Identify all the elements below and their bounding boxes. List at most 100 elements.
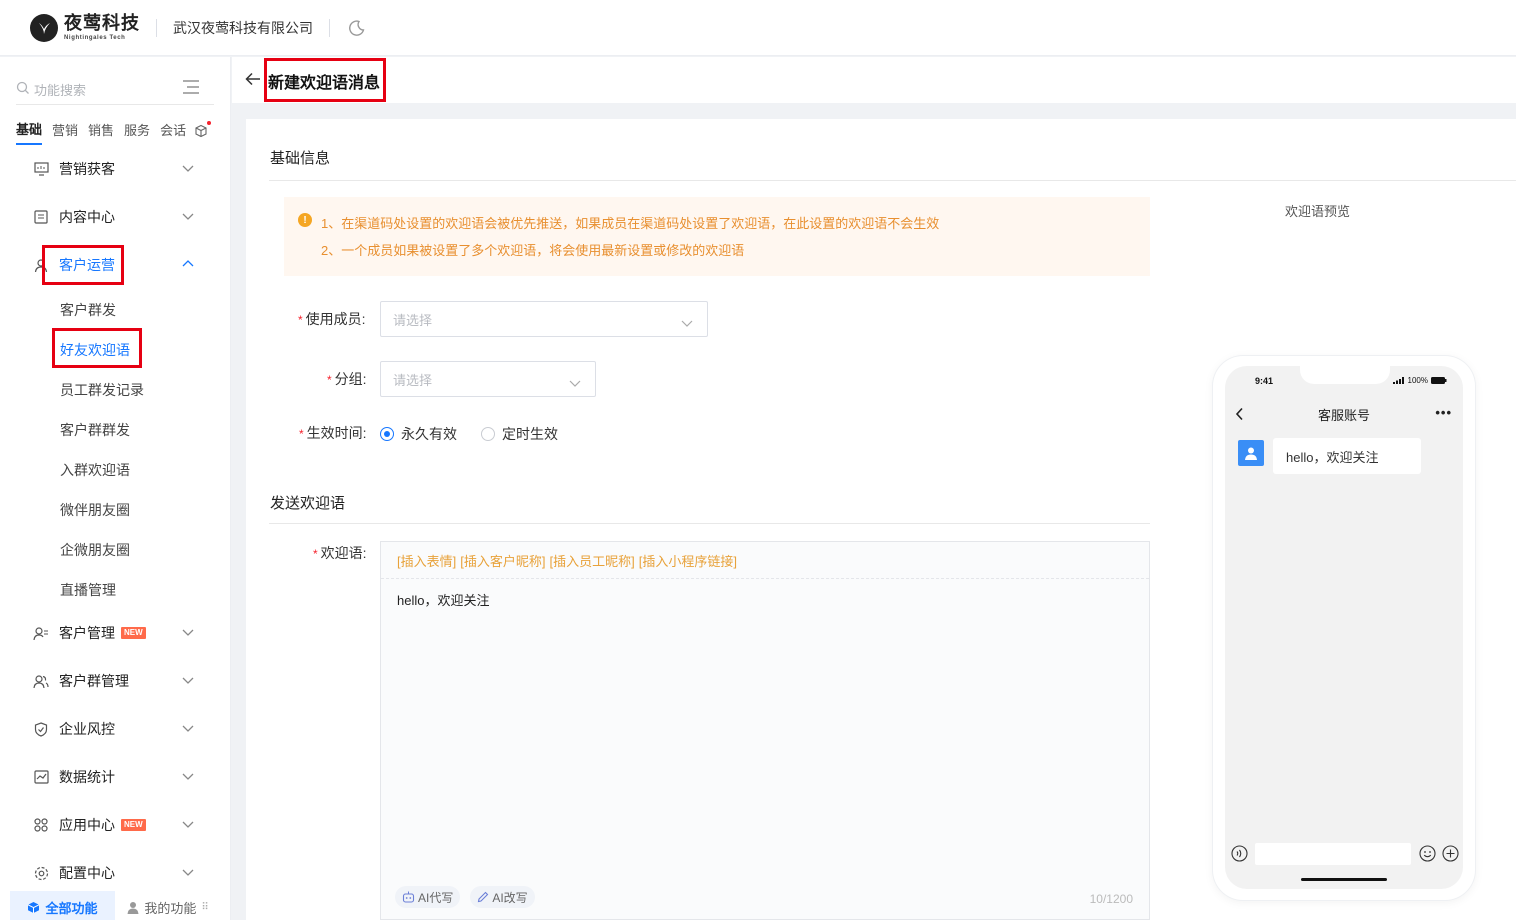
section-title-send: 发送欢迎语 [270,495,346,512]
welcome-label: * 欢迎语: [313,545,367,561]
welcome-editor[interactable]: [插入表情] [插入客户昵称] [插入员工昵称] [插入小程序链接] hello… [380,541,1150,920]
ai-write-button[interactable]: AI代写 [395,886,461,908]
divider [269,523,1150,524]
robot-icon [402,891,415,903]
radio-label: 定时生效 [502,426,558,442]
monitor-icon [33,161,49,177]
phone-preview: 9:41 100% 客服账号 ••• hello，欢迎关注 [1213,356,1475,900]
warning-icon: ! [298,213,312,227]
signal-icon [1392,377,1404,384]
sub-item-wecom-moments[interactable]: 企微朋友圈 [60,540,130,560]
chevron-down-icon [569,375,581,391]
category-tab-session[interactable]: 会话 [160,120,186,144]
status-bar: 9:41 100% [1225,366,1463,396]
status-indicators: 100% [1392,376,1447,385]
box-icon[interactable] [194,120,212,141]
editor-text[interactable]: hello，欢迎关注 [397,590,489,609]
nav-label: 客户管理 [59,625,115,641]
sidebar: 功能搜索 基础 营销 销售 服务 会话 营销获客 内容中心 客户运营 客户群发 … [0,57,231,920]
radio-button-checked[interactable] [380,427,394,441]
emoji-icon[interactable] [1419,845,1436,865]
nav-label: 内容中心 [59,209,115,225]
message-bubble: hello，欢迎关注 [1273,438,1421,474]
group-label: * 分组: [327,371,367,387]
tab-all-functions[interactable]: 全部功能 [10,891,115,920]
chevron-down-icon [181,209,195,226]
chevron-down-icon [181,625,195,642]
company-name[interactable]: 武汉夜莺科技有限公司 [173,18,313,38]
tab-label: 全部功能 [45,900,98,916]
logo-text-cn: 夜莺科技 [64,13,140,33]
notice-line-2: 2、一个成员如果被设置了多个欢迎语，将会使用最新设置或修改的欢迎语 [321,243,745,258]
nav-group-mgmt[interactable]: 客户群管理 [33,669,203,693]
search-icon [16,81,30,98]
page-header: 新建欢迎语消息 [232,57,1516,103]
menu-toggle-icon[interactable] [182,79,200,98]
avatar [1238,440,1264,466]
insert-emoji-link[interactable]: [插入表情] [397,551,456,570]
preview-label: 欢迎语预览 [1285,204,1351,219]
insert-staff-nickname-link[interactable]: [插入员工昵称] [549,551,634,570]
new-badge: NEW [121,627,146,639]
sub-item-customer-broadcast[interactable]: 客户群发 [60,300,116,320]
nav-label: 企业风控 [59,721,115,737]
dark-mode-icon[interactable] [348,19,366,37]
notice-line-1: 1、在渠道码处设置的欢迎语会被优先推送，如果成员在渠道码处设置了欢迎语，在此设置… [321,216,940,231]
ai-actions: AI代写 AI改写 [395,886,545,908]
group-select[interactable]: 请选择 [380,361,596,397]
select-placeholder: 请选择 [393,372,433,388]
sub-item-live-management[interactable]: 直播管理 [60,580,116,600]
nav-risk[interactable]: 企业风控 [33,717,203,741]
radio-button[interactable] [481,427,495,441]
more-icon[interactable]: ••• [1435,405,1452,420]
category-tab-marketing[interactable]: 营销 [52,120,78,144]
user-list-icon [33,625,49,641]
sub-item-group-welcome[interactable]: 入群欢迎语 [60,460,130,480]
nav-content[interactable]: 内容中心 [33,205,203,229]
plus-icon[interactable] [1442,845,1459,865]
nav-config[interactable]: 配置中心 [33,861,203,885]
nav-apps[interactable]: 应用中心 NEW [33,813,203,837]
chevron-down-icon [181,673,195,690]
member-select[interactable]: 请选择 [380,301,708,337]
sub-item-group-broadcast[interactable]: 客户群群发 [60,420,130,440]
chat-title: 客服账号 [1317,408,1370,423]
chart-icon [33,769,49,785]
nav-customer-mgmt[interactable]: 客户管理 NEW [33,621,203,645]
sub-item-staff-broadcast-log[interactable]: 员工群发记录 [60,380,144,400]
sidebar-bottom-tabs: 全部功能 我的功能 ⠿ [10,891,220,920]
search-placeholder: 功能搜索 [34,83,87,98]
nav-marketing[interactable]: 营销获客 [33,157,203,181]
document-icon [33,209,49,225]
insert-customer-nickname-link[interactable]: [插入客户昵称] [460,551,545,570]
radio-scheduled[interactable]: 定时生效 [481,424,558,444]
category-tabs: 基础 营销 销售 服务 会话 [16,119,212,145]
brand-logo[interactable]: 夜莺科技 Nightingales Tech [30,13,140,42]
home-indicator [1301,878,1387,881]
drag-handle-icon[interactable]: ⠿ [201,902,208,913]
category-tab-service[interactable]: 服务 [124,120,150,144]
highlight-box-friend-welcome [52,328,142,368]
nav-label: 数据统计 [59,769,115,785]
voice-icon[interactable] [1231,845,1248,865]
category-tab-basic[interactable]: 基础 [16,119,43,145]
tab-label: 我的功能 [144,900,197,916]
status-time: 9:41 [1255,376,1274,386]
message-text: hello，欢迎关注 [1286,449,1379,465]
radio-permanent[interactable]: 永久有效 [380,424,457,444]
cube-icon [28,901,40,913]
function-search[interactable]: 功能搜索 [16,75,214,105]
nav-stats[interactable]: 数据统计 [33,765,203,789]
chat-input-field[interactable] [1255,843,1411,865]
category-tab-sales[interactable]: 销售 [88,120,114,144]
chevron-down-icon [181,769,195,786]
insert-miniprogram-link[interactable]: [插入小程序链接] [639,551,737,570]
person-icon [1245,447,1257,460]
tab-my-functions[interactable]: 我的功能 ⠿ [115,891,220,920]
back-arrow-icon[interactable] [245,72,261,89]
logo-text-en: Nightingales Tech [64,35,126,41]
chat-input-bar [1225,840,1463,868]
ai-rewrite-button[interactable]: AI改写 [470,886,535,908]
char-count: 10/1200 [1089,892,1133,906]
sub-item-weiban-moments[interactable]: 微伴朋友圈 [60,500,130,520]
